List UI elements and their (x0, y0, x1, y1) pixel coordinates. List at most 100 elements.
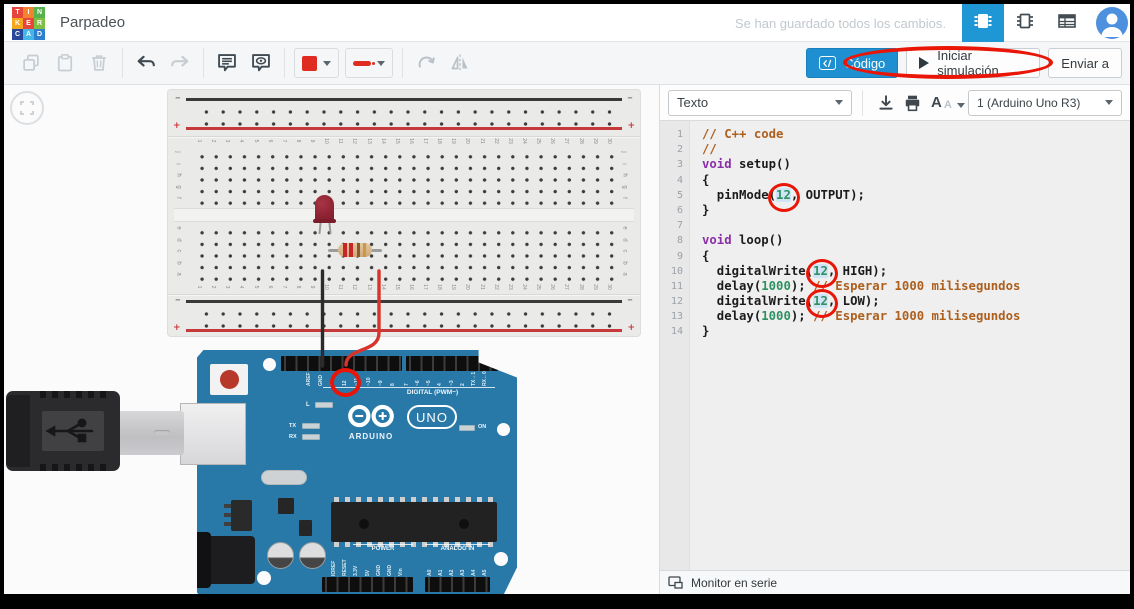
breadboard[interactable]: − − + + 12345678910111213141516171819202… (168, 90, 640, 336)
send-to-button[interactable]: Enviar a (1048, 48, 1122, 78)
row-letter: e (176, 226, 182, 229)
arduino-uno-board[interactable]: AREFGND1312~11~10~98 7~6~54~32TX→1RX←0 D… (197, 350, 517, 594)
reset-button[interactable] (210, 364, 248, 395)
digital-header-a[interactable] (281, 356, 402, 371)
serial-monitor-bar[interactable]: Monitor en serie (660, 570, 1130, 594)
logo-tile: T (12, 7, 23, 18)
wire-type-dropdown[interactable] (345, 48, 393, 78)
code-line[interactable]: 10 digitalWrite(12, HIGH); (660, 264, 1130, 279)
code-line[interactable]: 13 delay(1000); // Esperar 1000 milisegu… (660, 309, 1130, 324)
code-line[interactable]: 14} (660, 324, 1130, 339)
power-bracket-line (353, 544, 413, 545)
plus-marker: + (627, 323, 635, 333)
color-dropdown[interactable] (294, 48, 339, 78)
circuit-canvas[interactable]: − − + + 12345678910111213141516171819202… (4, 85, 660, 594)
notes-button[interactable] (210, 46, 244, 80)
column-number: 25 (535, 282, 541, 292)
design-title[interactable]: Parpadeo (60, 14, 125, 31)
column-number: 20 (464, 282, 470, 292)
pin-label: GND (387, 554, 396, 576)
line-number: 6 (660, 203, 690, 218)
code-token: delay( (702, 309, 761, 323)
code-line[interactable]: 6} (660, 203, 1130, 218)
font-size-dropdown[interactable]: A A (931, 94, 965, 111)
code-line[interactable]: 8void loop() (660, 233, 1130, 248)
code-editor[interactable]: 1// C++ code2//3void setup()4{5 pinMode(… (660, 121, 1130, 570)
table-icon (1056, 10, 1078, 37)
code-token: , LOW); (828, 294, 880, 308)
pin-label: AREF (306, 371, 315, 386)
row-letters: jihgf (176, 148, 186, 206)
column-number: 25 (535, 136, 541, 146)
led-component[interactable] (315, 195, 334, 223)
tinkercad-logo[interactable]: TINKERCAD (12, 7, 45, 40)
digital-header-b[interactable] (406, 356, 498, 371)
rotate-button[interactable] (409, 46, 443, 80)
code-line[interactable]: 11 delay(1000); // Esperar 1000 milisegu… (660, 279, 1130, 294)
code-line[interactable]: 5 pinMode(12, OUTPUT); (660, 188, 1130, 203)
chevron-down-icon (323, 61, 331, 66)
start-simulation-button[interactable]: Iniciar simulación (906, 48, 1040, 78)
code-line[interactable]: 9{ (660, 249, 1130, 264)
code-line[interactable]: 1// C++ code (660, 127, 1130, 142)
column-number: 21 (479, 282, 485, 292)
led-l (315, 402, 333, 408)
edit-mode-value: Texto (677, 95, 708, 110)
zoom-to-fit-button[interactable] (10, 91, 44, 125)
code-token: delay( (702, 279, 761, 293)
code-line[interactable]: 4{ (660, 173, 1130, 188)
edit-mode-select[interactable]: Texto (668, 90, 852, 116)
code-line[interactable]: 12 digitalWrite(12, LOW); (660, 294, 1130, 309)
row-letters: edcba (176, 224, 186, 282)
list-view-button[interactable] (1046, 4, 1088, 42)
pin-label: ~3 (449, 371, 458, 386)
print-code-button[interactable] (899, 90, 925, 116)
analog-bracket-line (425, 544, 490, 545)
row-letter: j (621, 151, 627, 152)
usb-plug (6, 391, 120, 471)
pin-label: A0 (427, 554, 436, 576)
code-line[interactable]: 2// (660, 142, 1130, 157)
column-number: 24 (521, 136, 527, 146)
line-number: 14 (660, 324, 690, 339)
column-number: 9 (309, 282, 315, 292)
board-select[interactable]: 1 (Arduino Uno R3) (968, 90, 1122, 116)
avatar[interactable] (1096, 7, 1128, 39)
schematic-view-button[interactable] (1004, 4, 1046, 42)
label-visibility-button[interactable] (244, 46, 278, 80)
power-header[interactable] (322, 577, 413, 592)
chevron-down-icon (377, 61, 385, 66)
column-number: 13 (366, 136, 372, 146)
column-number: 4 (238, 136, 244, 146)
analog-pin-labels: A0A1A2A3A4A5 (425, 554, 491, 576)
pin-label: ~11 (354, 371, 363, 386)
paste-button[interactable] (48, 46, 82, 80)
on-label: ON (478, 424, 486, 430)
send-to-label: Enviar a (1061, 56, 1109, 71)
code-text: pinMode(12, OUTPUT); (690, 188, 865, 203)
undo-button[interactable] (129, 46, 163, 80)
logo-tile: R (34, 18, 45, 29)
column-number: 2 (210, 136, 216, 146)
printer-icon (903, 94, 922, 112)
copy-button[interactable] (14, 46, 48, 80)
usb-port (180, 403, 246, 465)
code-line[interactable]: 3void setup() (660, 157, 1130, 172)
analog-header[interactable] (425, 577, 490, 592)
column-number: 27 (563, 282, 569, 292)
column-number: 10 (323, 136, 329, 146)
row-letter: g (176, 185, 182, 188)
redo-button[interactable] (163, 46, 197, 80)
minus-marker: − (175, 296, 181, 304)
column-number: 18 (436, 136, 442, 146)
pin-label: IOREF (331, 554, 340, 576)
components-view-button[interactable] (962, 4, 1004, 42)
download-code-button[interactable] (873, 90, 899, 116)
delete-button[interactable] (82, 46, 116, 80)
code-panel: Texto A A (660, 85, 1130, 594)
code-button[interactable]: Código (806, 48, 898, 78)
code-line[interactable]: 7 (660, 218, 1130, 233)
mirror-button[interactable] (443, 46, 477, 80)
resistor-component[interactable] (328, 243, 382, 257)
resistor-band (343, 243, 347, 257)
